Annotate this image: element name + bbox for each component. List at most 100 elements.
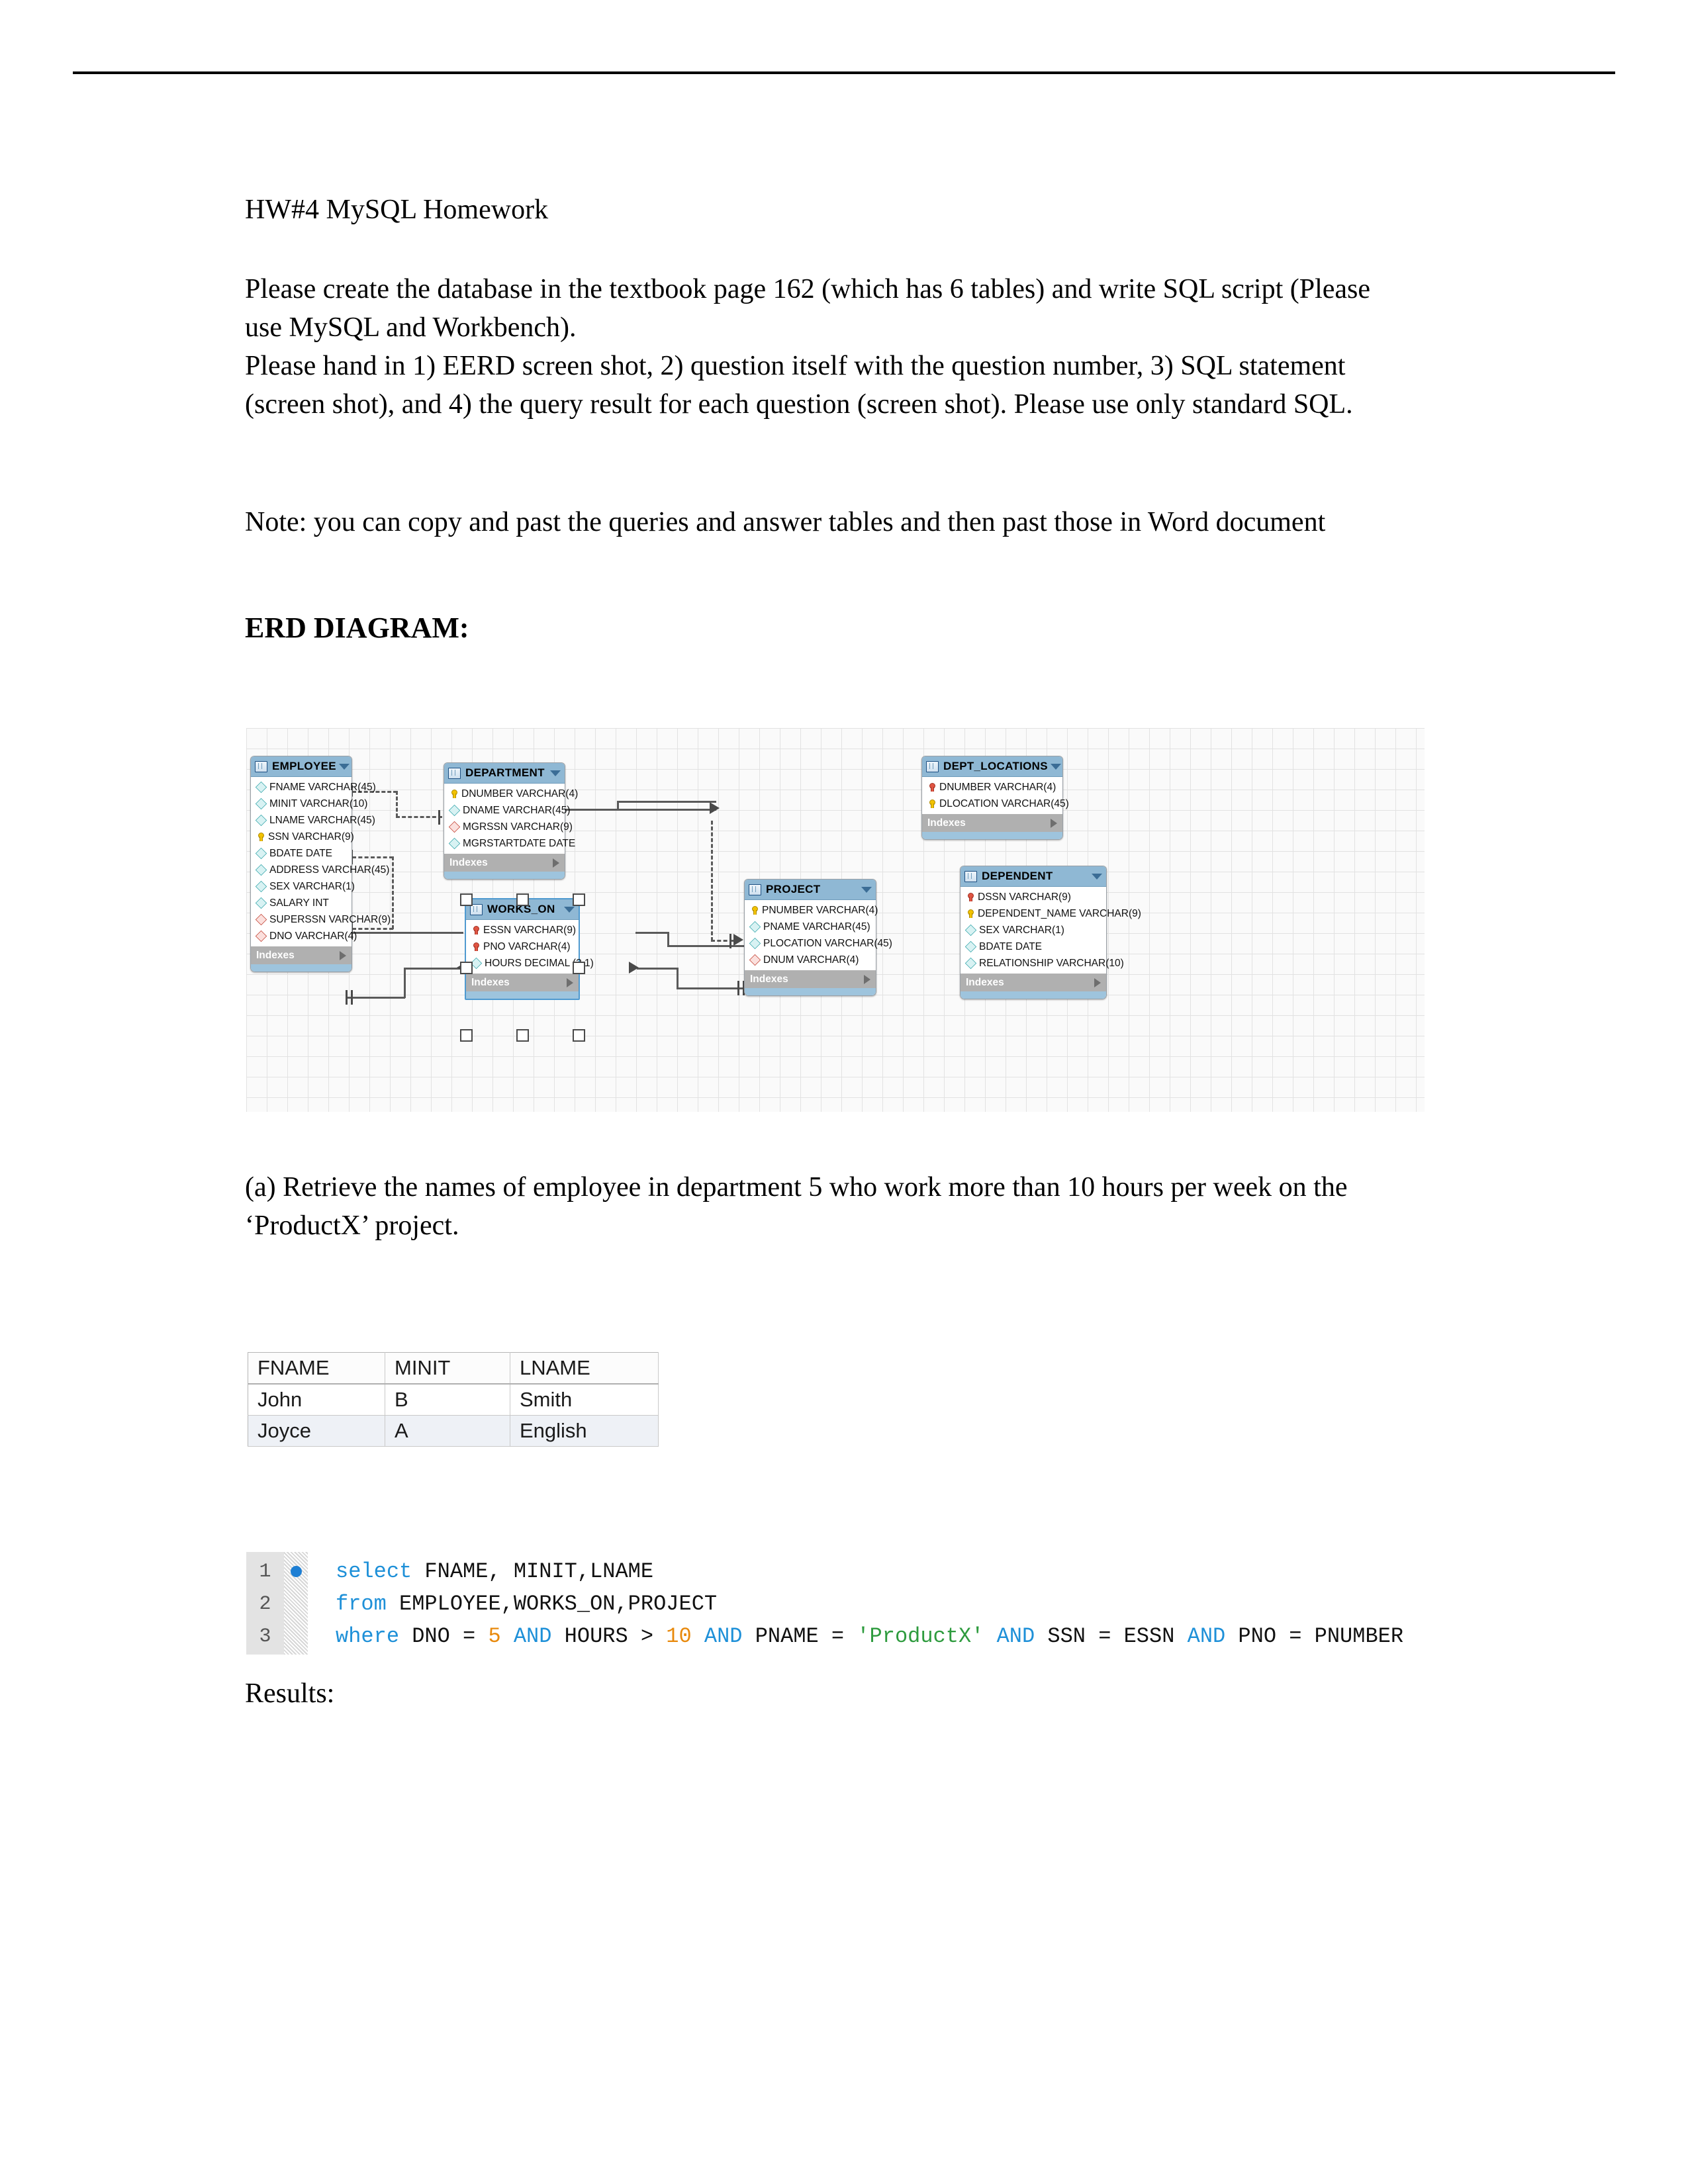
diamond-teal-icon bbox=[749, 921, 761, 933]
erd-column: MGRSTARTDATE DATE bbox=[444, 835, 575, 852]
diamond-red-icon bbox=[255, 930, 267, 942]
erd-column-label: SSN VARCHAR(9) bbox=[268, 831, 354, 842]
connector-tick bbox=[737, 981, 739, 995]
erd-table-dependent[interactable]: DEPENDENT DSSN VARCHAR(9) DEPENDENT_NAME… bbox=[960, 866, 1141, 999]
erd-indexes-bar[interactable]: Indexes bbox=[444, 854, 565, 872]
chevron-right-icon[interactable] bbox=[567, 978, 573, 987]
erd-indexes-bar[interactable]: Indexes bbox=[466, 974, 579, 991]
chevron-down-icon[interactable] bbox=[861, 886, 872, 893]
connector-employee-department-b bbox=[396, 816, 442, 818]
key-yellow-icon bbox=[927, 799, 937, 809]
table-header-row: FNAME MINIT LNAME bbox=[248, 1352, 659, 1385]
resize-handle-w[interactable] bbox=[460, 962, 473, 974]
diamond-red-icon bbox=[255, 913, 267, 926]
cell-fname: John bbox=[248, 1384, 385, 1416]
chevron-right-icon[interactable] bbox=[1094, 978, 1101, 987]
sql-line: 1 select FNAME, MINIT,LNAME bbox=[246, 1555, 653, 1588]
erd-column-label: LNAME VARCHAR(45) bbox=[269, 814, 375, 826]
connector-employee-workson bbox=[346, 932, 463, 934]
resize-handle-s[interactable] bbox=[516, 1029, 529, 1042]
erd-column: DLOCATION VARCHAR(45) bbox=[922, 796, 1069, 812]
erd-table-department[interactable]: DEPARTMENT DNUMBER VARCHAR(4) DNAME VARC… bbox=[444, 762, 578, 880]
resize-handle-n[interactable] bbox=[516, 893, 529, 906]
erd-column-list: FNAME VARCHAR(45) MINIT VARCHAR(10) LNAM… bbox=[251, 777, 391, 946]
chevron-right-icon[interactable] bbox=[553, 858, 559, 868]
erd-table-header[interactable]: DEPARTMENT bbox=[444, 763, 565, 784]
erd-column: DNUMBER VARCHAR(4) bbox=[444, 786, 578, 802]
erd-table-footer bbox=[444, 872, 565, 879]
resize-handle-se[interactable] bbox=[573, 1029, 585, 1042]
diamond-teal-icon bbox=[255, 797, 267, 810]
table-row: Joyce A English bbox=[248, 1415, 659, 1447]
resize-handle-nw[interactable] bbox=[460, 893, 473, 906]
cell-minit: A bbox=[385, 1415, 510, 1447]
resize-handle-ne[interactable] bbox=[573, 893, 585, 906]
erd-column: BDATE DATE bbox=[961, 938, 1106, 955]
erd-indexes-bar[interactable]: Indexes bbox=[251, 946, 352, 964]
erd-table-works-on[interactable]: WORKS_ON ESSN VARCHAR(9) PNO VARCHAR(4) … bbox=[465, 898, 594, 1000]
key-red-icon bbox=[471, 942, 481, 952]
crowfoot-icon bbox=[733, 934, 743, 946]
connector-employee-dno bbox=[346, 997, 405, 999]
chevron-down-icon[interactable] bbox=[550, 770, 561, 776]
connector-employee-supervisor bbox=[352, 856, 393, 858]
erd-column: HOURS DECIMAL (3,1) bbox=[466, 955, 594, 972]
erd-table-employee[interactable]: EMPLOYEE FNAME VARCHAR(45) MINIT VARCHAR… bbox=[250, 756, 391, 972]
erd-column: PLOCATION VARCHAR(45) bbox=[745, 935, 892, 952]
erd-table-header[interactable]: EMPLOYEE bbox=[251, 756, 352, 777]
erd-column-list: DNUMBER VARCHAR(4) DNAME VARCHAR(45) MGR… bbox=[444, 784, 578, 854]
sql-line-code: where DNO = 5 AND HOURS > 10 AND PNAME =… bbox=[336, 1624, 1404, 1649]
chevron-down-icon[interactable] bbox=[564, 906, 575, 913]
diamond-teal-icon bbox=[448, 804, 461, 817]
erd-table-header[interactable]: DEPT_LOCATIONS bbox=[922, 756, 1062, 777]
resize-handle-e[interactable] bbox=[573, 962, 585, 974]
chevron-down-icon[interactable] bbox=[338, 763, 350, 770]
erd-table-footer bbox=[922, 832, 1062, 839]
note-paragraph: Note: you can copy and past the queries … bbox=[245, 507, 1326, 537]
diamond-teal-icon bbox=[255, 864, 267, 876]
sql-code-block[interactable]: 1 select FNAME, MINIT,LNAME 2 from EMPLO… bbox=[246, 1552, 1610, 1655]
erd-column-label: BDATE DATE bbox=[979, 940, 1043, 952]
erd-column-label: DSSN VARCHAR(9) bbox=[978, 891, 1071, 903]
erd-column-label: SUPERSSN VARCHAR(9) bbox=[269, 913, 391, 925]
key-red-icon bbox=[471, 925, 481, 935]
erd-indexes-bar[interactable]: Indexes bbox=[745, 970, 876, 988]
erd-indexes-bar[interactable]: Indexes bbox=[961, 974, 1106, 991]
diamond-teal-icon bbox=[255, 880, 267, 893]
column-header-lname: LNAME bbox=[510, 1352, 659, 1385]
resize-handle-sw[interactable] bbox=[460, 1029, 473, 1042]
erd-column: LNAME VARCHAR(45) bbox=[251, 812, 375, 829]
chevron-right-icon[interactable] bbox=[1051, 818, 1057, 828]
erd-indexes-label: Indexes bbox=[449, 856, 488, 868]
chevron-right-icon[interactable] bbox=[340, 950, 346, 960]
erd-table-footer bbox=[745, 988, 876, 995]
erd-column-label: ESSN VARCHAR(9) bbox=[483, 924, 577, 936]
erd-column-label: DEPENDENT_NAME VARCHAR(9) bbox=[978, 907, 1141, 919]
breakpoint-marker-icon[interactable] bbox=[284, 1566, 308, 1577]
erd-column-label: DNUMBER VARCHAR(4) bbox=[939, 781, 1056, 793]
erd-column-label: PNO VARCHAR(4) bbox=[483, 940, 571, 952]
line-number: 2 bbox=[259, 1592, 271, 1615]
cell-fname: Joyce bbox=[248, 1415, 385, 1447]
crowfoot-icon bbox=[710, 802, 720, 814]
diamond-teal-icon bbox=[964, 924, 977, 936]
erd-table-header[interactable]: PROJECT bbox=[745, 880, 876, 900]
sql-line-code: select FNAME, MINIT,LNAME bbox=[336, 1559, 654, 1584]
chevron-right-icon[interactable] bbox=[864, 974, 870, 984]
erd-column-label: BDATE DATE bbox=[269, 847, 333, 859]
erd-column-label: RELATIONSHIP VARCHAR(10) bbox=[979, 957, 1124, 969]
erd-column: FNAME VARCHAR(45) bbox=[251, 779, 376, 796]
erd-table-footer bbox=[961, 991, 1106, 999]
erd-column: DSSN VARCHAR(9) bbox=[961, 889, 1106, 905]
erd-column: PNUMBER VARCHAR(4) bbox=[745, 902, 878, 919]
erd-table-dept-locations[interactable]: DEPT_LOCATIONS DNUMBER VARCHAR(4) DLOCAT… bbox=[921, 756, 1069, 840]
erd-table-project[interactable]: PROJECT PNUMBER VARCHAR(4) PNAME VARCHAR… bbox=[744, 879, 892, 996]
chevron-down-icon[interactable] bbox=[1050, 763, 1061, 770]
erd-indexes-bar[interactable]: Indexes bbox=[922, 814, 1062, 832]
connector-employee-supervisor-v bbox=[392, 856, 394, 929]
connector-tick bbox=[346, 990, 348, 1005]
erd-table-header[interactable]: DEPENDENT bbox=[961, 866, 1106, 887]
connector-workson-project-essn bbox=[635, 932, 669, 934]
chevron-down-icon[interactable] bbox=[1092, 873, 1102, 880]
column-header-minit: MINIT bbox=[385, 1352, 510, 1385]
